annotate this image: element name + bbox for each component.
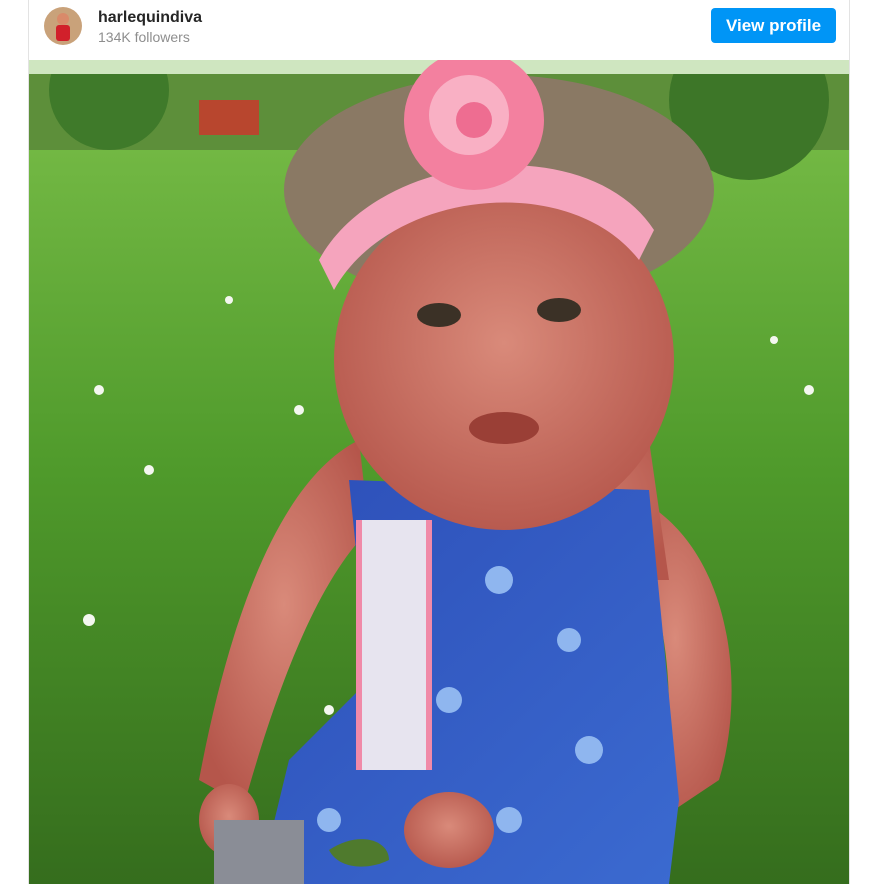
instagram-embed: harlequindiva 134K followers View profil…	[28, 0, 850, 884]
profile-avatar[interactable]	[44, 7, 82, 45]
view-profile-button[interactable]: View profile	[711, 8, 836, 43]
profile-username[interactable]: harlequindiva	[98, 9, 202, 27]
post-header: harlequindiva 134K followers View profil…	[29, 0, 849, 60]
follower-count: 134K followers	[98, 29, 190, 45]
post-photo[interactable]	[29, 60, 849, 884]
